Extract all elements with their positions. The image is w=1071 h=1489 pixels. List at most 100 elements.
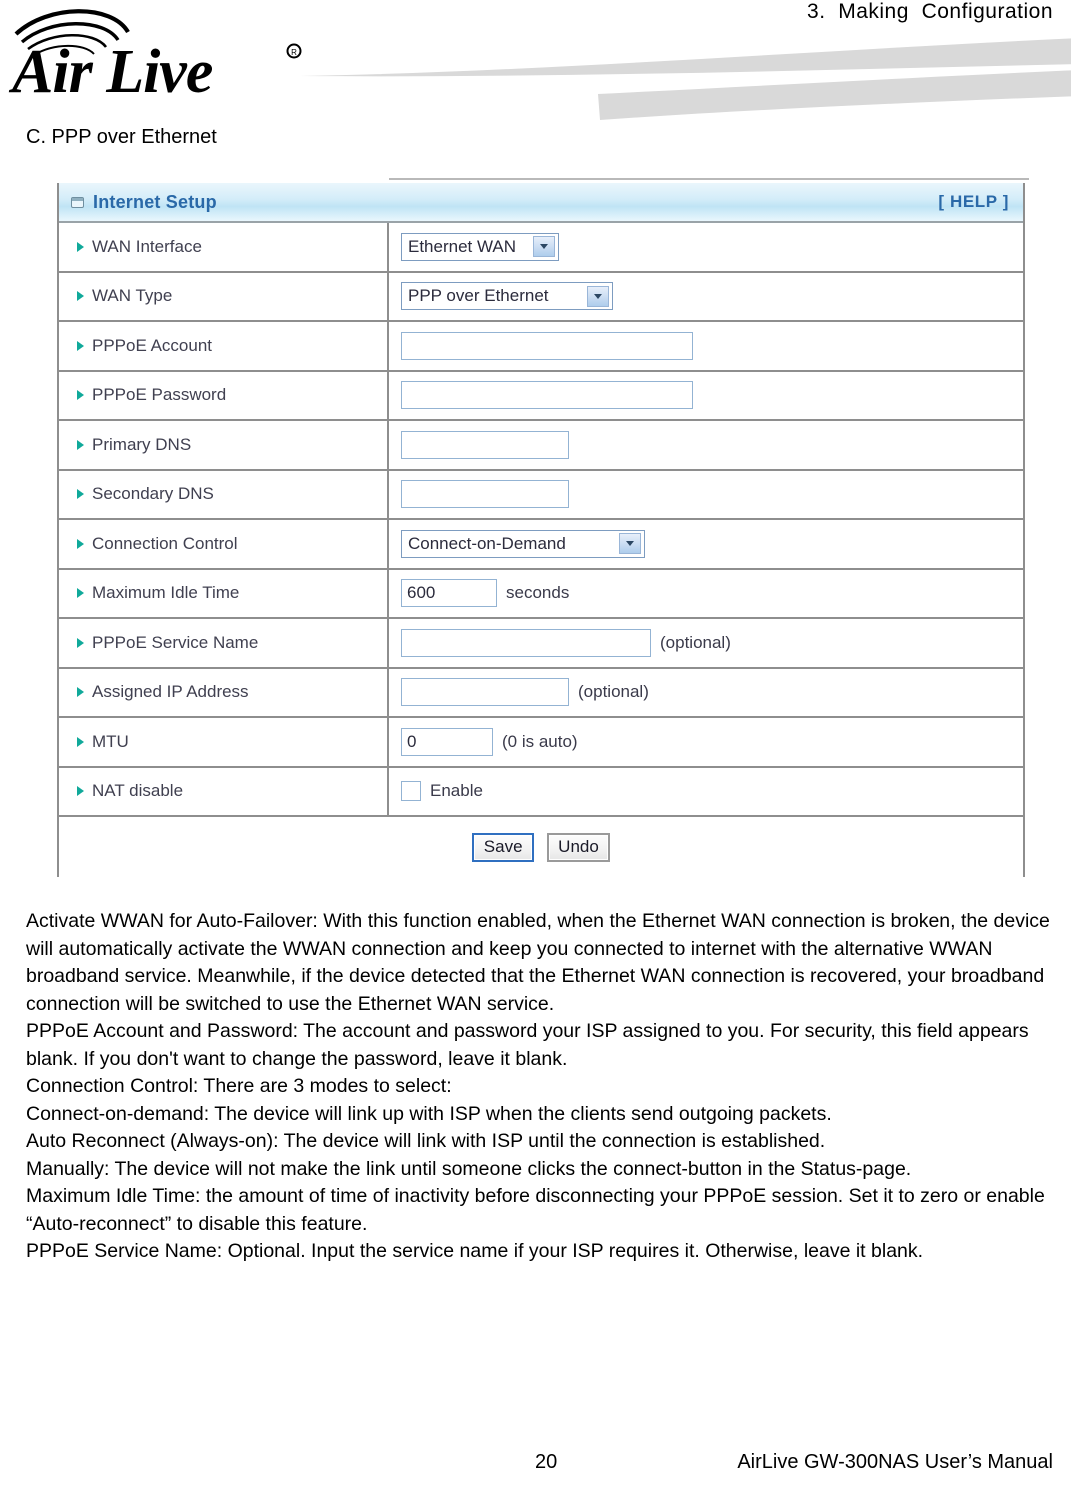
wan-type-select[interactable]: PPP over Ethernet bbox=[401, 282, 613, 311]
paragraph-activate-wwan: Activate WWAN for Auto-Failover: With th… bbox=[26, 910, 1050, 1015]
page-footer: 20 AirLive GW-300NAS User’s Manual bbox=[0, 1451, 1071, 1481]
row-label: Connection Control bbox=[92, 533, 238, 553]
row-label-cell: MTU bbox=[59, 718, 389, 766]
svg-text:R: R bbox=[291, 48, 297, 57]
row-value-cell: (optional) bbox=[389, 619, 1023, 667]
body-text: Activate WWAN for Auto-Failover: With th… bbox=[26, 908, 1056, 1266]
row-label: Maximum Idle Time bbox=[92, 583, 240, 603]
panel-header-left: Internet Setup bbox=[71, 192, 217, 213]
bullet-arrow-icon bbox=[77, 538, 84, 549]
form-actions: Save Undo bbox=[59, 817, 1023, 877]
table-row: WAN Type PPP over Ethernet bbox=[59, 272, 1023, 322]
paragraph-maximum-idle-time: Maximum Idle Time: the amount of time of… bbox=[26, 1185, 1045, 1235]
nat-disable-checkbox[interactable] bbox=[401, 781, 421, 802]
row-value-cell: PPP over Ethernet bbox=[389, 273, 1023, 321]
pppoe-password-input[interactable] bbox=[401, 381, 693, 410]
paragraph-pppoe-account: PPPoE Account and Password: The account … bbox=[26, 1020, 1029, 1070]
row-label-cell: Assigned IP Address bbox=[59, 668, 389, 716]
assigned-ip-address-input[interactable] bbox=[401, 678, 569, 707]
airlive-logo: Air Live R bbox=[8, 6, 328, 106]
row-value-cell bbox=[389, 471, 1023, 519]
maximum-idle-time-input[interactable]: 600 bbox=[401, 579, 497, 608]
table-row: Maximum Idle Time 600 seconds bbox=[59, 569, 1023, 619]
bullet-arrow-icon bbox=[77, 637, 84, 648]
panel-top-divider bbox=[389, 178, 1029, 180]
page-header: 3. Making Configuration Air Live R bbox=[0, 0, 1071, 120]
bullet-arrow-icon bbox=[77, 786, 84, 797]
row-value-cell: Enable bbox=[389, 768, 1023, 816]
paragraph-connection-control: Connection Control: There are 3 modes to… bbox=[26, 1075, 452, 1097]
row-value-cell: Ethernet WAN bbox=[389, 223, 1023, 271]
undo-button[interactable]: Undo bbox=[547, 832, 610, 862]
row-label: Assigned IP Address bbox=[92, 682, 249, 702]
table-row: NAT disable Enable bbox=[59, 767, 1023, 817]
row-value-cell bbox=[389, 421, 1023, 469]
row-label-cell: WAN Type bbox=[59, 272, 389, 320]
mtu-hint: (0 is auto) bbox=[502, 731, 578, 751]
table-row: PPPoE Service Name (optional) bbox=[59, 619, 1023, 669]
row-value-cell: Connect-on-Demand bbox=[389, 520, 1023, 568]
row-label: Secondary DNS bbox=[92, 484, 214, 504]
table-row: PPPoE Password bbox=[59, 371, 1023, 421]
pppoe-service-name-input[interactable] bbox=[401, 628, 651, 657]
row-value-cell bbox=[389, 322, 1023, 370]
bullet-arrow-icon bbox=[77, 390, 84, 401]
wan-interface-select[interactable]: Ethernet WAN bbox=[401, 232, 559, 261]
chapter-heading: 3. Making Configuration bbox=[807, 0, 1053, 23]
bullet-arrow-icon bbox=[77, 687, 84, 698]
bullet-arrow-icon bbox=[77, 439, 84, 450]
row-label: PPPoE Account bbox=[92, 335, 213, 355]
pppoe-account-input[interactable] bbox=[401, 331, 693, 360]
row-label-cell: Secondary DNS bbox=[59, 470, 389, 518]
row-label-cell: PPPoE Account bbox=[59, 322, 389, 370]
row-label-cell: Maximum Idle Time bbox=[59, 569, 389, 617]
page-number: 20 bbox=[535, 1451, 558, 1473]
bullet-arrow-icon bbox=[77, 291, 84, 302]
panel-header-bar: Internet Setup [ HELP ] bbox=[59, 183, 1023, 223]
bullet-arrow-icon bbox=[77, 489, 84, 500]
row-label-cell: PPPoE Service Name bbox=[59, 619, 389, 667]
row-label: NAT disable bbox=[92, 781, 184, 801]
maximum-idle-time-unit: seconds bbox=[506, 583, 570, 603]
row-label-cell: NAT disable bbox=[59, 767, 389, 815]
airlive-logo-svg: Air Live R bbox=[8, 9, 302, 106]
chevron-down-icon[interactable] bbox=[619, 533, 641, 555]
assigned-ip-address-hint: (optional) bbox=[578, 682, 649, 702]
row-label: PPPoE Password bbox=[92, 385, 227, 405]
secondary-dns-input[interactable] bbox=[401, 480, 569, 509]
chevron-down-icon[interactable] bbox=[533, 236, 555, 258]
paragraph-auto-reconnect: Auto Reconnect (Always-on): The device w… bbox=[26, 1130, 826, 1152]
paragraph-manually: Manually: The device will not make the l… bbox=[26, 1157, 912, 1180]
internet-setup-panel: Internet Setup [ HELP ] WAN Interface Et… bbox=[57, 178, 1029, 877]
primary-dns-input[interactable] bbox=[401, 430, 569, 459]
save-button[interactable]: Save bbox=[472, 832, 535, 862]
row-label: Primary DNS bbox=[92, 434, 192, 454]
pppoe-service-name-hint: (optional) bbox=[660, 632, 731, 652]
row-label: MTU bbox=[92, 731, 129, 751]
row-label-cell: Connection Control bbox=[59, 520, 389, 568]
section-caption: C. PPP over Ethernet bbox=[26, 126, 217, 148]
header-swoosh-decoration bbox=[300, 38, 1071, 120]
row-value-cell: 600 seconds bbox=[389, 570, 1023, 618]
bullet-arrow-icon bbox=[77, 241, 84, 252]
mtu-input[interactable]: 0 bbox=[401, 727, 493, 756]
table-row: PPPoE Account bbox=[59, 322, 1023, 372]
help-link[interactable]: [ HELP ] bbox=[938, 192, 1009, 212]
table-row: WAN Interface Ethernet WAN bbox=[59, 223, 1023, 273]
row-label: PPPoE Service Name bbox=[92, 632, 259, 652]
connection-control-select-value: Connect-on-Demand bbox=[408, 533, 566, 553]
manual-title: AirLive GW-300NAS User’s Manual bbox=[737, 1451, 1053, 1473]
paragraph-pppoe-service-name: PPPoE Service Name: Optional. Input the … bbox=[26, 1240, 924, 1262]
settings-rows: WAN Interface Ethernet WAN WAN Type PPP … bbox=[59, 223, 1023, 877]
svg-text:Air Live: Air Live bbox=[8, 38, 213, 106]
row-value-cell: (optional) bbox=[389, 669, 1023, 717]
row-label-cell: Primary DNS bbox=[59, 421, 389, 469]
row-label-cell: PPPoE Password bbox=[59, 371, 389, 419]
window-icon bbox=[71, 196, 84, 208]
chevron-down-icon[interactable] bbox=[587, 285, 609, 307]
wan-interface-select-value: Ethernet WAN bbox=[408, 236, 517, 256]
bullet-arrow-icon bbox=[77, 340, 84, 351]
table-row: Assigned IP Address (optional) bbox=[59, 668, 1023, 718]
row-value-cell: 0 (0 is auto) bbox=[389, 718, 1023, 766]
connection-control-select[interactable]: Connect-on-Demand bbox=[401, 529, 645, 558]
